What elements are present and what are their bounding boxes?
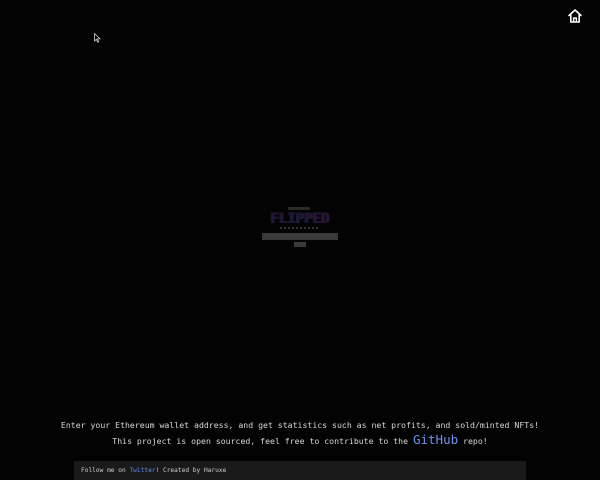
submit-button[interactable] xyxy=(294,242,306,247)
home-icon[interactable] xyxy=(567,8,583,24)
wallet-address-input[interactable] xyxy=(262,233,338,240)
logo-tagline xyxy=(288,207,310,210)
twitter-link[interactable]: Twitter xyxy=(129,467,155,474)
logo-text: FLIPPED xyxy=(270,211,330,227)
description-line-2: This project is open sourced, feel free … xyxy=(0,431,600,450)
footer-prefix: Follow me on xyxy=(81,467,130,474)
description-line-2-suffix: repo! xyxy=(458,436,488,446)
mouse-cursor-icon xyxy=(94,33,101,43)
description-line-2-prefix: This project is open sourced, feel free … xyxy=(112,436,413,446)
logo-subtitle xyxy=(280,227,320,229)
home-button[interactable] xyxy=(567,8,583,24)
page: FLIPPED Enter your Ethereum wallet addre… xyxy=(0,0,600,480)
footer: Follow me on Twitter! Created by Haruxe xyxy=(74,461,526,480)
description-line-1: Enter your Ethereum wallet address, and … xyxy=(60,420,540,430)
footer-suffix: ! Created by Haruxe xyxy=(155,467,227,474)
github-link[interactable]: GitHub xyxy=(413,432,458,447)
